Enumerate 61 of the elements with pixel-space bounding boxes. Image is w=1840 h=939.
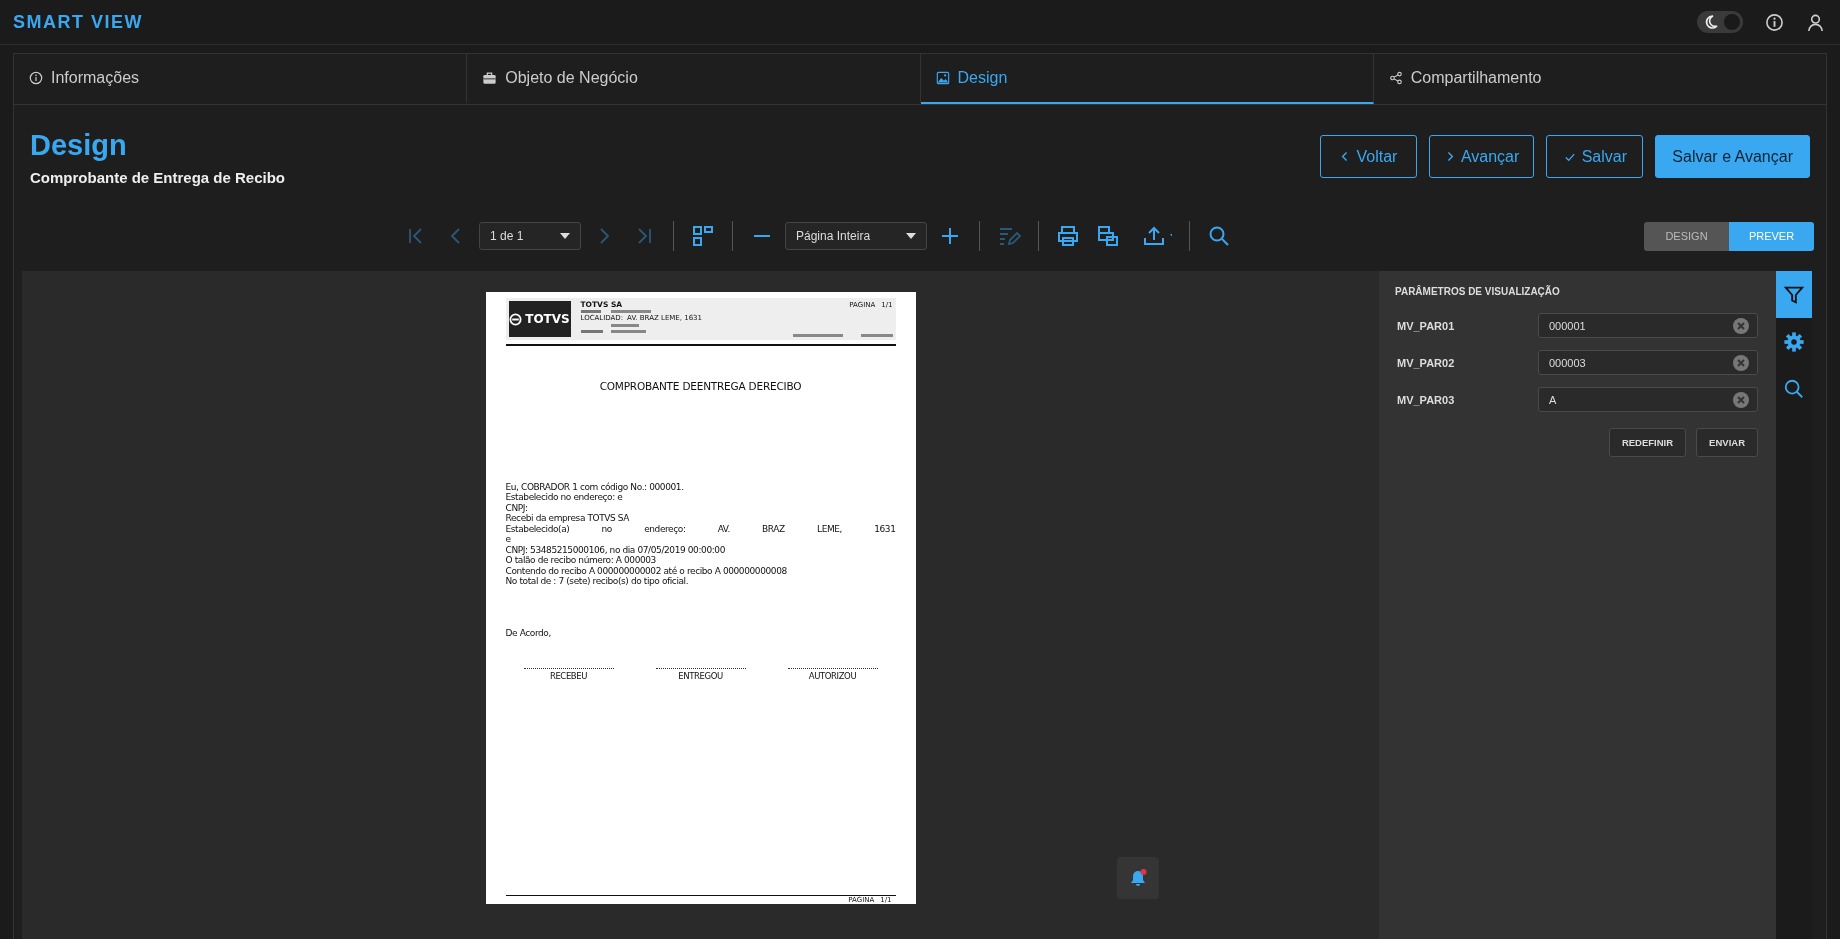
dropdown[interactable]: 1 de 1: [479, 222, 581, 250]
dropdown[interactable]: Página Inteira: [785, 222, 927, 250]
share-icon: [1388, 71, 1403, 85]
action-button[interactable]: Salvar: [1546, 135, 1644, 178]
info-icon: [29, 71, 43, 85]
tab[interactable]: Informações: [14, 54, 468, 104]
input-field[interactable]: 000003: [1538, 350, 1758, 375]
panel-title: PARÂMETROS DE VISUALIZAÇÃO: [1395, 286, 1561, 297]
panel-button[interactable]: REDEFINIR: [1608, 428, 1687, 457]
bell-icon: [1128, 868, 1148, 888]
action-button[interactable]: Salvar e Avançar: [1655, 135, 1810, 178]
document-title: COMPROBANTE DEENTREGA DERECIBO: [598, 379, 803, 392]
signature-label: AUTORIZOU: [808, 671, 857, 681]
moon-icon: [1703, 14, 1719, 30]
user-icon[interactable]: [1806, 12, 1825, 32]
tab[interactable]: Objeto de Negócio: [467, 54, 921, 104]
search-icon: [1783, 377, 1805, 400]
briefcase-icon: [482, 71, 498, 85]
input-field[interactable]: 000001: [1538, 313, 1758, 338]
clear-icon[interactable]: [1733, 317, 1749, 334]
info-icon[interactable]: [1765, 12, 1784, 32]
page-subtitle: Comprobante de Entrega de Recibo: [30, 169, 286, 186]
filter-button[interactable]: [1776, 271, 1812, 318]
caret-icon: [906, 233, 916, 239]
signature-label: RECEBEU: [549, 671, 588, 681]
company-logo: TOTVS: [508, 301, 571, 337]
parameter-label: MV_PAR01: [1397, 319, 1455, 332]
mode-toggle[interactable]: DESIGN: [1644, 221, 1729, 251]
document-text: e: [505, 534, 512, 545]
action-button[interactable]: Avançar: [1428, 135, 1535, 178]
page-title: Design: [30, 129, 128, 162]
action-button[interactable]: Voltar: [1319, 135, 1417, 178]
document-text: Eu, COBRADOR 1 com código No.: 000001.: [505, 481, 685, 492]
document-text: Contendo do recibo A 000000000002 até o recibo A 000000000008: [505, 565, 788, 576]
tab[interactable]: Design: [920, 54, 1374, 104]
clear-icon[interactable]: [1733, 354, 1749, 371]
app-title: SMART VIEW: [13, 11, 143, 33]
caret-icon: [560, 233, 570, 239]
parameter-label: MV_PAR02: [1397, 356, 1455, 369]
signature-label: ENTREGOU: [678, 671, 723, 681]
chevron-left-icon: [1341, 151, 1350, 162]
parameter-label: MV_PAR03: [1397, 393, 1455, 406]
image-icon: [935, 71, 950, 85]
settings-icon: [1783, 330, 1805, 353]
document-text: No total de : 7 (sete) recibo(s) do tipo oficial.: [505, 576, 690, 587]
document-text: De Acordo,: [505, 627, 552, 638]
tab[interactable]: Compartilhamento: [1373, 54, 1826, 104]
chevron-right-icon: [1445, 151, 1454, 162]
clear-icon[interactable]: [1733, 391, 1749, 408]
document-text: Estabelecido no endereço: e: [505, 492, 624, 503]
document-text: Estabelecido(a) no endereço: AV. BRAZ LEME, 1631: [505, 523, 896, 534]
blurred-text-drawing: [580, 310, 651, 313]
document-text: CNPJ:: [505, 502, 529, 513]
input-field[interactable]: A: [1538, 387, 1758, 412]
panel-button[interactable]: ENVIAR: [1696, 428, 1758, 457]
theme-toggle[interactable]: [1697, 11, 1743, 33]
document-text: Recebi da empresa TOTVS SA: [505, 513, 631, 524]
check-icon: [1564, 151, 1575, 162]
notification-button[interactable]: [1117, 857, 1159, 899]
document-text: CNPJ: 53485215000106, no dia 07/05/2019 00:00:00: [505, 544, 726, 555]
document-text: O talão de recibo número: A 000003: [505, 555, 657, 566]
